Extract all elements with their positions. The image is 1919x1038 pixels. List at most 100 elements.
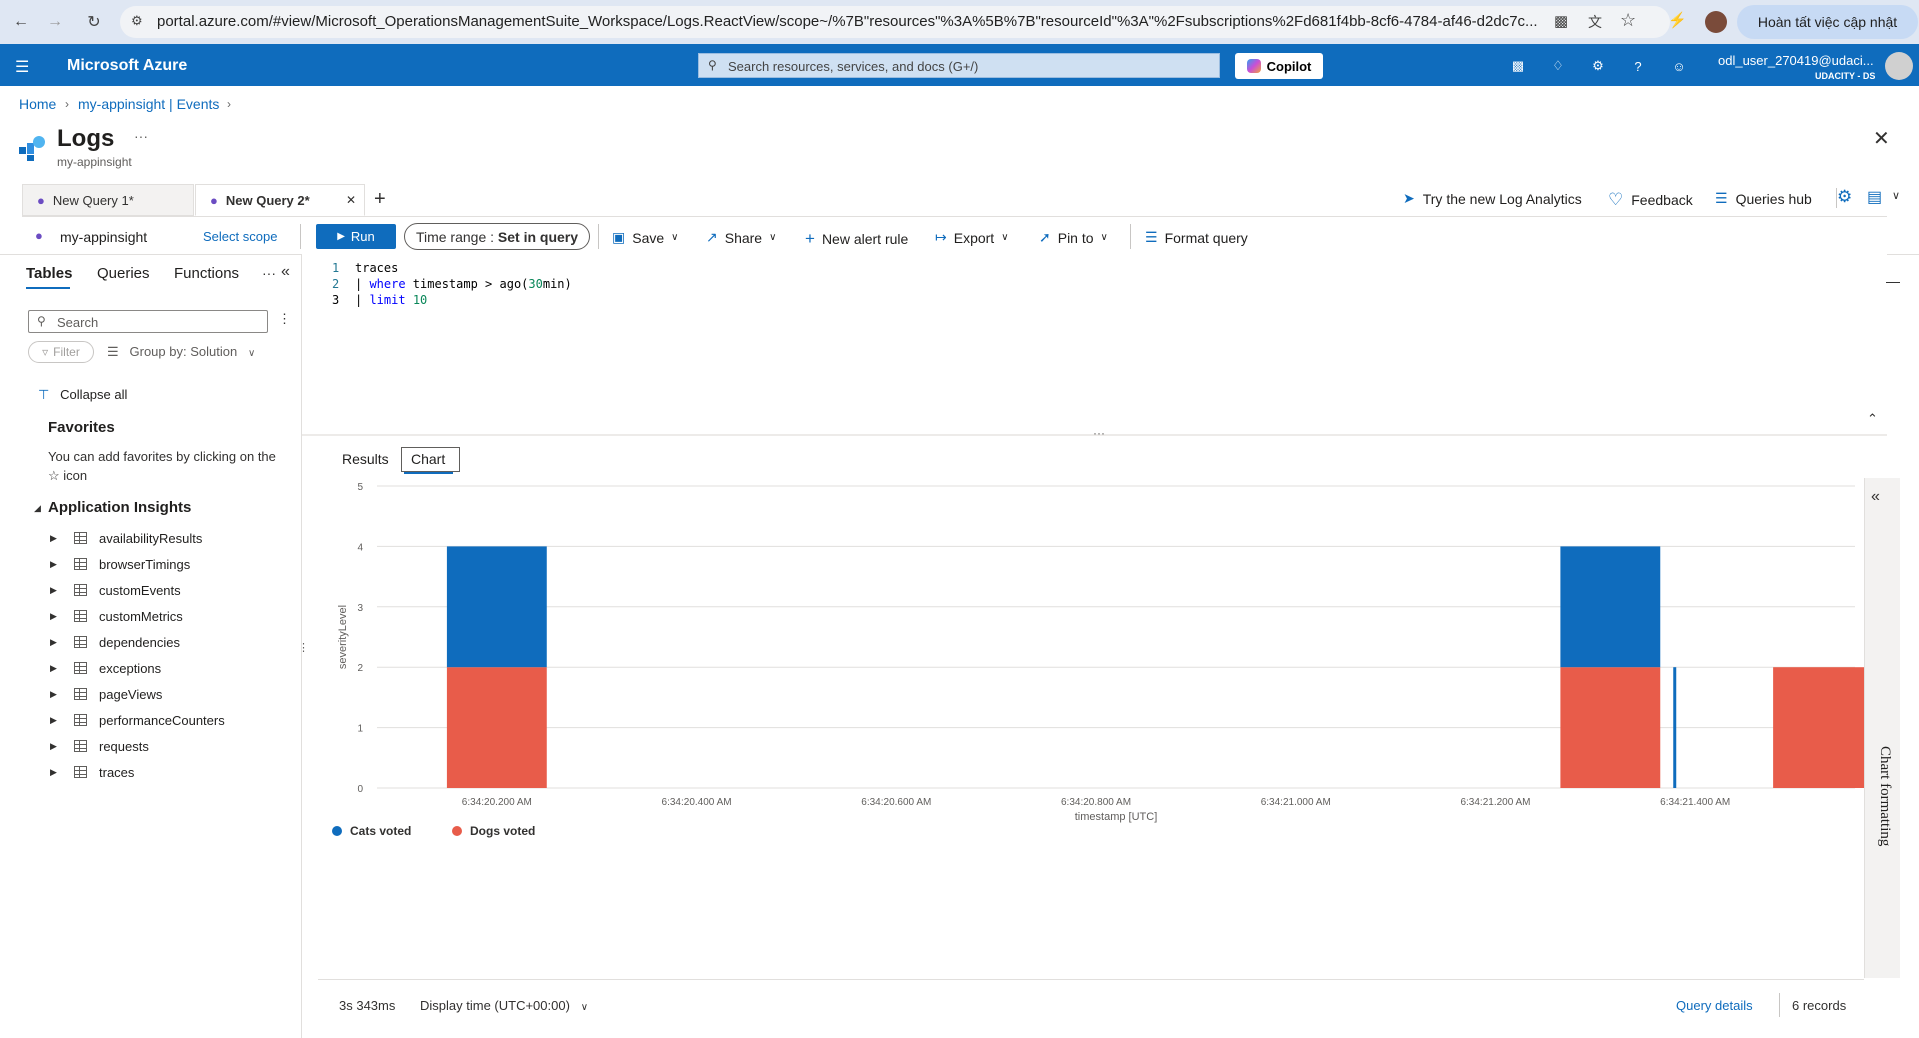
tab-new-query-2[interactable]: ● New Query 2* ✕ <box>195 184 365 216</box>
query-details-link[interactable]: Query details <box>1676 998 1753 1013</box>
azure-brand[interactable]: Microsoft Azure <box>67 57 187 75</box>
vertical-more-icon[interactable]: ⋮ <box>278 311 291 327</box>
profile-avatar[interactable] <box>1705 11 1727 33</box>
collapse-editor-icon[interactable]: ⌃ <box>1867 411 1878 427</box>
filter-button[interactable]: ▿ Filter <box>28 341 94 363</box>
site-settings-icon[interactable]: ⚙ <box>131 13 143 29</box>
tab-tables[interactable]: Tables <box>26 265 72 282</box>
collapse-all-button[interactable]: ⊤ Collapse all <box>38 387 127 403</box>
table-search-input[interactable]: ⚲ Search <box>28 310 268 333</box>
splitter-handle-icon[interactable]: ··· <box>1093 426 1105 440</box>
query-duration: 3s 343ms <box>339 998 396 1013</box>
chart-formatting-panel[interactable] <box>1864 478 1900 978</box>
time-range-picker[interactable]: Time range : Set in query <box>404 223 590 250</box>
table-tree-item[interactable]: ▶ dependencies <box>50 629 290 655</box>
run-button[interactable]: ▶ Run <box>316 224 396 249</box>
tab-chart[interactable]: Chart <box>411 451 445 467</box>
tab-functions[interactable]: Functions <box>174 265 239 282</box>
bar-dogs-voted <box>1560 667 1661 788</box>
caret-right-icon[interactable]: ▶ <box>50 663 60 674</box>
reload-icon[interactable]: ↻ <box>83 11 105 33</box>
caret-right-icon[interactable]: ▶ <box>50 611 60 622</box>
notifications-bell-icon[interactable]: ♢ <box>1548 56 1568 76</box>
global-search-input[interactable]: ⚲ Search resources, services, and docs (… <box>698 53 1220 78</box>
table-tree-item[interactable]: ▶ exceptions <box>50 655 290 681</box>
try-new-log-analytics-button[interactable]: ➤ Try the new Log Analytics <box>1403 190 1582 207</box>
tab-new-query-1[interactable]: ● New Query 1* <box>22 184 194 216</box>
settings-gear-icon[interactable]: ⚙ <box>1837 187 1852 207</box>
collapse-pane-icon[interactable]: « <box>281 263 290 281</box>
feedback-person-icon[interactable]: ☺ <box>1669 56 1689 76</box>
copilot-button[interactable]: Copilot <box>1235 53 1323 79</box>
tab-queries[interactable]: Queries <box>97 265 150 282</box>
chart-formatting-label[interactable]: Chart formatting <box>1876 746 1893 846</box>
tab-results[interactable]: Results <box>342 451 389 467</box>
display-time-dropdown[interactable]: Display time (UTC+00:00) ∨ <box>420 998 588 1013</box>
table-tree-item[interactable]: ▶ customEvents <box>50 577 290 603</box>
export-button[interactable]: ↦ Export ∨ <box>935 229 1009 246</box>
settings-gear-icon[interactable]: ⚙ <box>1588 56 1608 76</box>
more-icon[interactable]: ··· <box>262 265 276 281</box>
pin-to-button[interactable]: ➚ Pin to ∨ <box>1039 229 1108 246</box>
feedback-button[interactable]: ♡ Feedback <box>1608 190 1693 210</box>
caret-right-icon[interactable]: ▶ <box>50 715 60 726</box>
translate-icon[interactable]: 文 <box>1588 12 1602 32</box>
query-editor[interactable]: 1 traces 2 | where timestamp > ago(30min… <box>302 254 1887 434</box>
hamburger-menu-icon[interactable]: ☰ <box>15 57 29 77</box>
install-icon[interactable]: ▩ <box>1554 12 1568 30</box>
list-icon: ☰ <box>1715 190 1728 206</box>
add-tab-icon[interactable]: + <box>374 188 386 211</box>
table-tree-item[interactable]: ▶ performanceCounters <box>50 707 290 733</box>
update-browser-button[interactable]: Hoàn tất việc cập nhật <box>1737 5 1918 39</box>
close-icon[interactable]: ✕ <box>1873 126 1890 151</box>
user-avatar[interactable] <box>1885 52 1913 80</box>
table-tree-item[interactable]: ▶ availabilityResults <box>50 525 290 551</box>
book-icon[interactable]: ▤ <box>1867 187 1882 207</box>
bar-dogs-voted <box>1773 667 1864 788</box>
help-icon[interactable]: ? <box>1628 56 1648 76</box>
back-icon[interactable]: ← <box>10 11 32 33</box>
pin-icon: ➚ <box>1039 229 1051 245</box>
caret-right-icon[interactable]: ▶ <box>50 585 60 596</box>
save-button[interactable]: ▣ Save ∨ <box>612 229 678 246</box>
table-tree-item[interactable]: ▶ customMetrics <box>50 603 290 629</box>
table-tree-item[interactable]: ▶ pageViews <box>50 681 290 707</box>
select-scope-link[interactable]: Select scope <box>203 229 277 244</box>
queries-hub-button[interactable]: ☰ Queries hub <box>1715 190 1812 207</box>
group-by-dropdown[interactable]: ☰ Group by: Solution ∨ <box>107 344 255 360</box>
caret-down-icon[interactable]: ◢ <box>34 503 41 514</box>
caret-right-icon[interactable]: ▶ <box>50 689 60 700</box>
caret-right-icon[interactable]: ▶ <box>50 533 60 544</box>
expand-panel-icon[interactable]: « <box>1871 488 1880 506</box>
breadcrumb-home[interactable]: Home <box>19 96 56 112</box>
more-options-icon[interactable]: ··· <box>134 128 148 144</box>
breadcrumb-parent[interactable]: my-appinsight | Events <box>78 96 219 112</box>
table-tree-item[interactable]: ▶ requests <box>50 733 290 759</box>
chevron-down-icon[interactable]: ∨ <box>1892 189 1900 202</box>
caret-right-icon[interactable]: ▶ <box>50 767 60 778</box>
table-tree-item[interactable]: ▶ traces <box>50 759 290 785</box>
search-icon: ⚲ <box>708 58 717 72</box>
close-tab-icon[interactable]: ✕ <box>346 193 356 207</box>
filter-label: Filter <box>53 345 80 359</box>
table-name: exceptions <box>99 660 162 676</box>
code-line-3: | limit 10 <box>355 293 428 307</box>
user-tenant: UDACITY - DS <box>1815 71 1876 81</box>
caret-right-icon[interactable]: ▶ <box>50 559 60 570</box>
bookmark-star-icon[interactable]: ☆ <box>1620 10 1636 31</box>
user-account-name[interactable]: odl_user_270419@udaci... <box>1718 53 1874 68</box>
results-chart: 0 1 2 3 4 5 6:34:20.200 AM 6:34:20.400 AM 6:34:2… <box>332 482 1864 838</box>
search-icon: ⚲ <box>37 314 46 328</box>
queries-hub-label: Queries hub <box>1735 190 1812 207</box>
application-insights-heading[interactable]: Application Insights <box>48 499 191 516</box>
caret-right-icon[interactable]: ▶ <box>50 741 60 752</box>
cloud-shell-icon[interactable]: ▩ <box>1508 56 1528 76</box>
new-alert-rule-button[interactable]: + New alert rule <box>805 229 908 249</box>
table-tree-item[interactable]: ▶ browserTimings <box>50 551 290 577</box>
extensions-icon[interactable]: ⚡ <box>1668 11 1687 29</box>
caret-right-icon[interactable]: ▶ <box>50 637 60 648</box>
forward-icon[interactable]: → <box>44 11 66 33</box>
y-tick-label: 1 <box>357 724 363 735</box>
share-button[interactable]: ↗ Share ∨ <box>706 229 776 246</box>
format-query-button[interactable]: ☰ Format query <box>1145 229 1248 246</box>
